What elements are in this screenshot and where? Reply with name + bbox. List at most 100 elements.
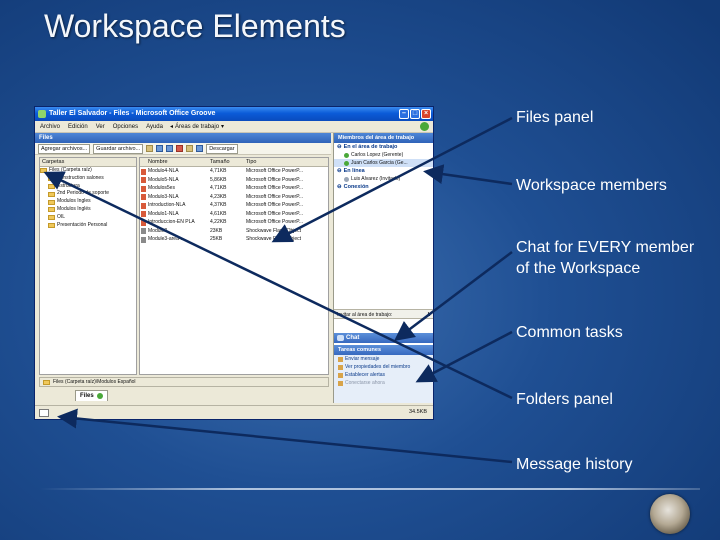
chat-panel-header[interactable]: Chat [334,333,433,343]
files-list-header: Nombre Tamaño Tipo [140,158,328,167]
file-size: 25KB [210,236,223,242]
folder-path-bar: Files (Carpeta raíz)\Modulos Español [39,377,329,387]
members-group-label: En línea [343,168,365,174]
folder-icon [40,168,47,174]
file-size: 23KB [210,227,223,234]
file-type: Microsoft Office PowerP... [246,202,304,208]
members-group-label: En el área de trabajo [343,144,398,150]
file-type: Microsoft Office PowerP... [246,219,304,225]
folder-icon [48,199,55,205]
menu-edicion[interactable]: Edición [67,124,89,130]
copy-icon[interactable] [156,145,164,152]
file-type: Microsoft Office PowerP... [246,210,304,217]
folder-label: Modulos Inglés [57,205,91,212]
properties-icon [338,364,343,370]
menu-archivo[interactable]: Archivo [39,124,61,130]
go-button[interactable]: Ir [428,310,431,318]
groove-app-icon [38,110,46,118]
member-name: Carlos Lopez (Gerente) [351,152,404,158]
tab-status-icon [96,392,103,399]
task-item[interactable]: Ver propiedades del miembro [334,363,433,371]
file-name: Modulos5es [148,185,175,191]
member-item[interactable]: Juan Carlos Garcia (Ge... [334,159,433,167]
member-item[interactable]: Luis Alvarez (Invitado) [334,175,433,183]
file-row[interactable]: Modulo5-NLA 5,86KB Microsoft Office PowerP… [140,176,328,185]
menu-ver[interactable]: Ver [95,124,106,130]
column-type[interactable]: Tipo [246,158,326,166]
folder-item[interactable]: Construction salones [40,175,136,183]
tool-tabs: Files [39,389,329,401]
members-group[interactable]: ⊖ Conexión [334,183,433,191]
file-row[interactable]: Modulo4-NLA 4,71KB Microsoft Office PowerP… [140,167,328,176]
close-button[interactable]: × [421,109,431,119]
members-group-label: Conexión [343,184,369,190]
powerpoint-file-icon [141,194,146,200]
footer-divider [40,488,700,490]
member-item[interactable]: Carlos Lopez (Gerente) [334,151,433,159]
folder-item[interactable]: Modulos Ingles [40,198,136,206]
download-button[interactable]: Descargar [206,143,238,154]
folder-item[interactable]: OIL [40,214,136,222]
file-row[interactable]: Modulo1-NLA 4,61KB Microsoft Office PowerP… [140,210,328,219]
collapse-icon: ⊖ [337,144,342,150]
folder-item[interactable]: Modulos Inglés [40,206,136,214]
message-history-icon[interactable] [39,409,49,417]
members-group[interactable]: ⊖ En línea [334,167,433,175]
flash-file-icon [141,236,146,243]
window-title: Taller El Salvador - Files - Microsoft O… [49,110,216,117]
folder-item[interactable]: 2nd Periodo de soporte [40,190,136,198]
groove-status-icon[interactable] [420,122,429,131]
menu-bar: Archivo Edición Ver Opciones Ayuda ◂ Áre… [35,121,433,133]
task-item[interactable]: Conectarse ahora [334,379,433,387]
folder-item[interactable]: Estructura [40,183,136,191]
column-name[interactable]: Nombre [140,158,210,166]
chevron-down-icon: ▾ [221,124,225,130]
save-file-button[interactable]: Guardar archivo... [93,143,144,154]
file-size: 4,71KB [210,185,227,191]
column-size[interactable]: Tamaño [210,158,246,166]
folder-label: OIL [57,213,66,220]
presence-icon [344,176,349,182]
groove-window: Taller El Salvador - Files - Microsoft O… [34,106,434,420]
task-item[interactable]: Enviar mensaje [334,355,433,363]
file-row[interactable]: Introduccion-EN PLA 4,22KB Microsoft Offic… [140,218,328,227]
view-icon[interactable] [196,145,204,152]
file-row[interactable]: Introduction-NLA 4,37KB Microsoft Office P… [140,201,328,210]
members-panel-header: Miembros del área de trabajo [334,133,433,143]
files-list: Nombre Tamaño Tipo Modulo4-NLA 4,71KB Micr… [139,157,329,375]
new-folder-icon[interactable] [146,145,154,152]
menu-opciones[interactable]: Opciones [112,124,139,130]
file-size: 4,61KB [210,210,227,217]
task-item[interactable]: Establecer alertas [334,371,433,379]
paste-icon[interactable] [166,145,174,152]
folder-item[interactable]: Presentación Personal [40,222,136,230]
workspaces-menu[interactable]: ◂ Áreas de trabajo ▾ [170,123,225,131]
file-row[interactable]: Modulos5es 4,71KB Microsoft Office PowerP.… [140,184,328,193]
file-size: 4,37KB [210,202,227,208]
arrow-workspace-members [423,164,513,186]
menu-ayuda[interactable]: Ayuda [145,124,164,130]
file-row[interactable]: Modulo3-NLA 4,23KB Microsoft Office PowerP… [140,193,328,202]
presence-icon [344,152,349,158]
file-name: Modulo4-NLA [148,168,179,174]
member-name: Luis Alvarez (Invitado) [351,176,401,182]
task-label: Establecer alertas [345,372,386,378]
alert-icon [338,372,343,378]
add-files-button[interactable]: Agregar archivos... [38,143,91,154]
minimize-button[interactable]: – [399,109,409,119]
file-name: Modulo1-NLA [148,210,179,217]
members-group[interactable]: ⊖ En el área de trabajo [334,143,433,151]
invite-field[interactable]: Invitar al área de trabajo: Ir [334,309,433,319]
properties-icon[interactable] [186,145,194,152]
folder-item[interactable]: Files (Carpeta raíz) [40,167,136,175]
file-row[interactable]: Module2 23KB Shockwave Flash Object [140,227,328,236]
delete-icon[interactable] [176,145,184,152]
maximize-button[interactable]: □ [410,109,420,119]
tab-files-label: Files [80,392,94,399]
tab-files[interactable]: Files [75,389,108,401]
task-label: Enviar mensaje [345,356,380,362]
files-panel-header: Files [35,133,331,143]
window-titlebar[interactable]: Taller El Salvador - Files - Microsoft O… [35,107,433,121]
file-row[interactable]: Module3-area-... 25KB Shockwave Flash Obje… [140,235,328,244]
file-type: Shockwave Flash Object [246,236,302,242]
